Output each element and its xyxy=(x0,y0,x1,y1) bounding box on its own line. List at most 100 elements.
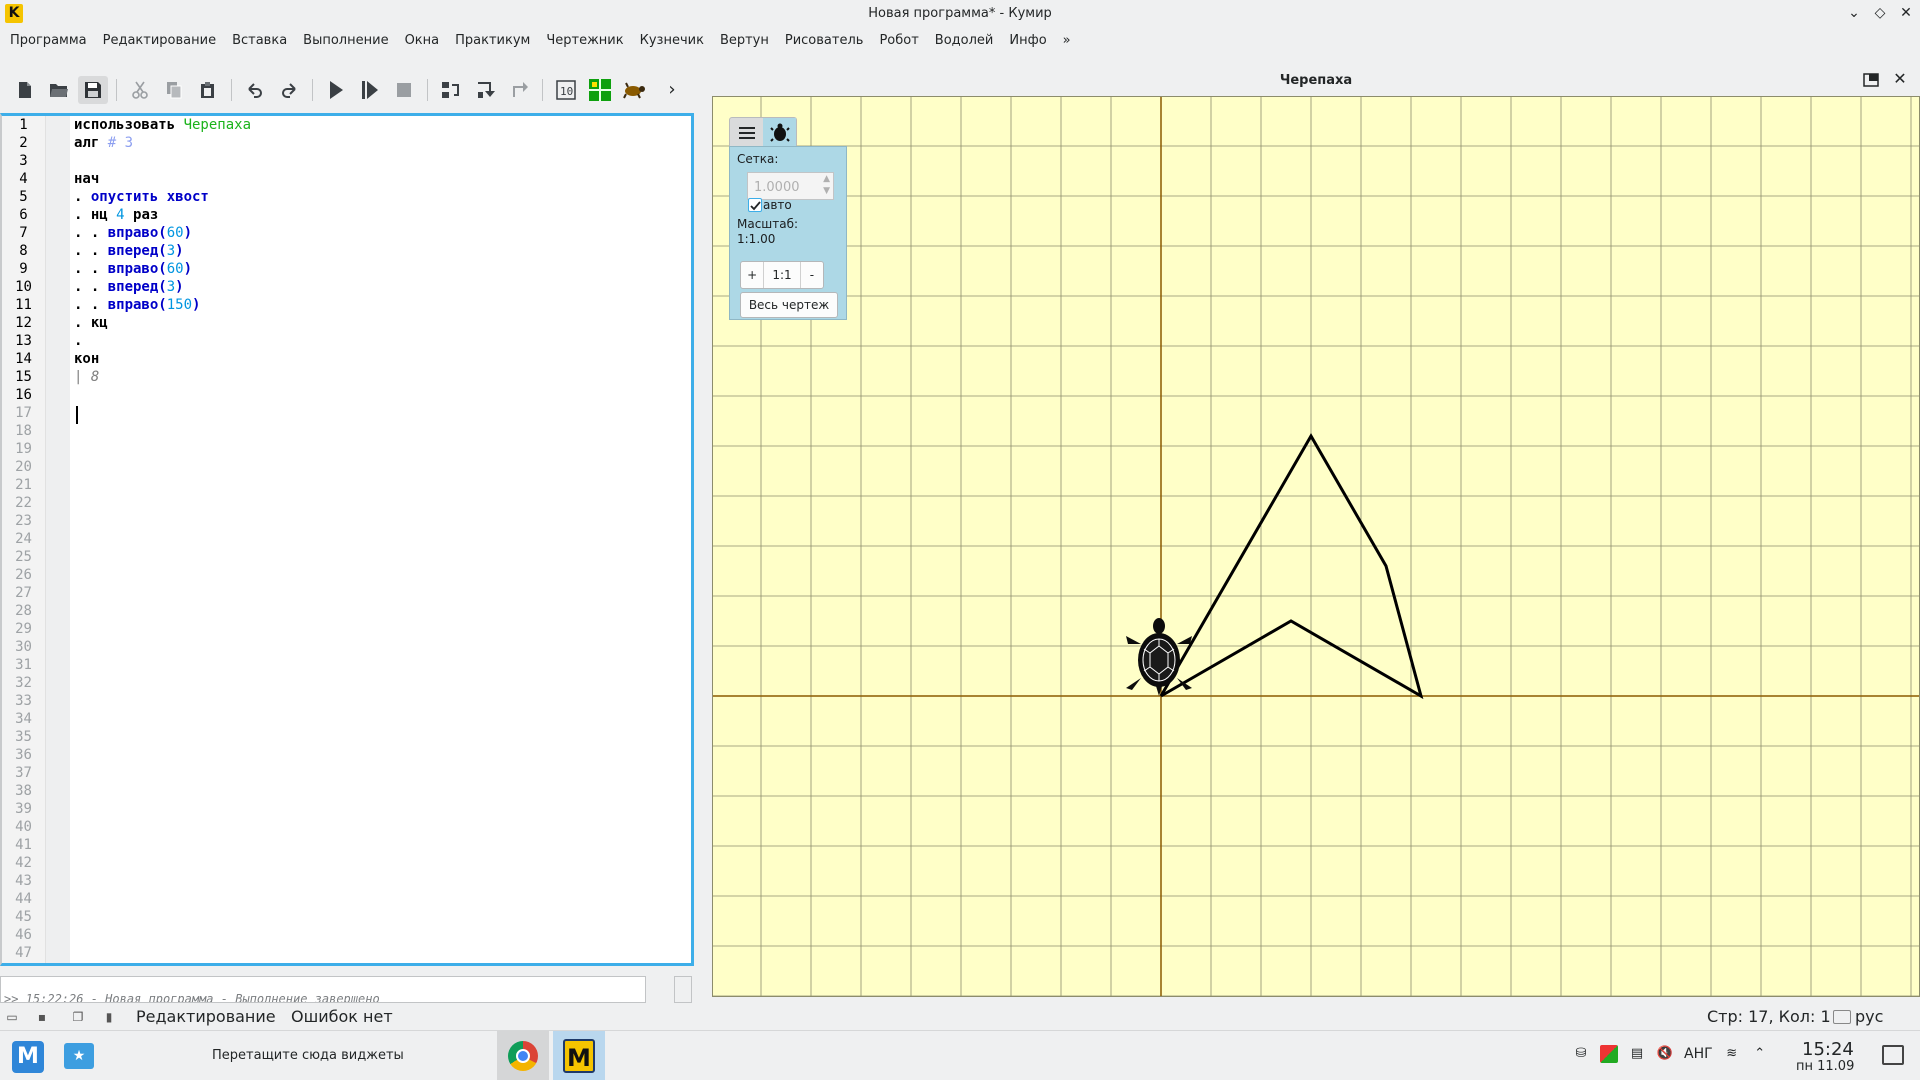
copy-button[interactable] xyxy=(159,76,189,104)
clipboard-icon[interactable]: ▤ xyxy=(1628,1045,1646,1063)
taskbar-task-kumir[interactable]: M xyxy=(553,1031,605,1080)
close-window-button[interactable]: ✕ xyxy=(1898,4,1914,22)
code-token: вперед xyxy=(107,243,159,259)
code-token: раз xyxy=(124,207,159,223)
clear-output-icon[interactable]: ▮ xyxy=(101,1009,117,1025)
show-desktop-icon[interactable] xyxy=(1882,1045,1904,1065)
menu-item-6[interactable]: Чертежник xyxy=(538,30,631,54)
menu-item-13[interactable]: » xyxy=(1055,30,1079,54)
step-out-button[interactable] xyxy=(504,76,534,104)
redo-button[interactable] xyxy=(274,76,304,104)
clock-time[interactable]: 15:24 xyxy=(1802,1039,1854,1060)
taskbar-task-chromium[interactable] xyxy=(497,1031,549,1080)
menu-item-5[interactable]: Практикум xyxy=(447,30,538,54)
menu-item-12[interactable]: Инфо xyxy=(1001,30,1054,54)
zoom-in-button[interactable]: + xyxy=(741,262,763,288)
code-line[interactable]: . . вправо(150) xyxy=(74,296,691,314)
turtle-canvas[interactable] xyxy=(712,96,1920,997)
spin-up-icon[interactable]: ▲ xyxy=(823,174,830,184)
tray-expand-icon[interactable]: ⌃ xyxy=(1751,1045,1769,1063)
line-number: 9 xyxy=(19,261,28,277)
code-line[interactable]: . xyxy=(74,332,691,350)
undo-button[interactable] xyxy=(240,76,270,104)
system-tray: ⛁ ▤ 🔇 АНГ ≋ ⌃ xyxy=(1572,1045,1769,1063)
keyboard-layout-indicator[interactable]: АНГ xyxy=(1684,1046,1713,1062)
menu-item-1[interactable]: Редактирование xyxy=(95,30,224,54)
disk-icon[interactable]: ⛁ xyxy=(1572,1045,1590,1063)
menu-tab[interactable] xyxy=(730,118,763,148)
code-token: | xyxy=(74,369,91,385)
code-line[interactable]: алг # 3 xyxy=(74,134,691,152)
menu-item-0[interactable]: Программа xyxy=(2,30,95,54)
code-line[interactable]: . нц 4 раз xyxy=(74,206,691,224)
grid-label: Сетка: xyxy=(737,152,779,166)
turtle-tab[interactable] xyxy=(763,118,796,148)
minimize-button[interactable]: ⌄ xyxy=(1846,4,1862,22)
menu-item-9[interactable]: Рисователь xyxy=(777,30,872,54)
code-line[interactable]: | 8 xyxy=(74,368,691,386)
new-file-icon xyxy=(19,82,31,98)
volume-muted-icon[interactable]: 🔇 xyxy=(1656,1045,1674,1063)
save-output-icon[interactable]: ▪ xyxy=(34,1009,50,1025)
code-line[interactable]: . . вперед(3) xyxy=(74,242,691,260)
code-line[interactable]: . опустить хвост xyxy=(74,188,691,206)
grid-step-spinbox[interactable]: 1.0000 ▲ ▼ xyxy=(747,172,834,200)
stop-button[interactable] xyxy=(389,76,419,104)
menu-bar: Программа Редактирование Вставка Выполнение… xyxy=(0,30,1079,54)
zoom-out-button[interactable]: - xyxy=(801,262,823,288)
favorites-icon[interactable]: ★ xyxy=(64,1043,94,1069)
run-button[interactable] xyxy=(321,76,351,104)
paste-button[interactable] xyxy=(193,76,223,104)
menu-item-2[interactable]: Вставка xyxy=(224,30,295,54)
colored-app-icon[interactable] xyxy=(1600,1045,1618,1063)
code-line[interactable]: . . вправо(60) xyxy=(74,224,691,242)
code-line[interactable]: использовать Черепаха xyxy=(74,116,691,134)
code-line[interactable]: кон xyxy=(74,350,691,368)
console-toggle-icon[interactable]: ▭ xyxy=(4,1009,20,1025)
toolbar-more-button[interactable]: › xyxy=(660,76,684,104)
code-area[interactable]: использовать Черепаха алг # 3 нач. опустит… xyxy=(74,116,691,404)
new-file-button[interactable] xyxy=(10,76,40,104)
whole-drawing-button[interactable]: Весь чертеж xyxy=(740,292,838,318)
menu-item-8[interactable]: Вертун xyxy=(712,30,777,54)
zoom-reset-button[interactable]: 1:1 xyxy=(763,262,801,288)
step-over-button[interactable] xyxy=(436,76,466,104)
menu-item-4[interactable]: Окна xyxy=(397,30,448,54)
stop-icon xyxy=(397,83,411,97)
menu-item-10[interactable]: Робот xyxy=(871,30,926,54)
spin-down-icon[interactable]: ▼ xyxy=(823,186,830,196)
menu-item-3[interactable]: Выполнение xyxy=(295,30,396,54)
maximize-button[interactable]: ◇ xyxy=(1872,4,1888,22)
close-panel-button[interactable]: ✕ xyxy=(1892,70,1908,88)
open-file-button[interactable] xyxy=(44,76,74,104)
line-number: 46 xyxy=(15,927,32,943)
code-line[interactable] xyxy=(74,152,691,170)
auto-grid-checkbox[interactable] xyxy=(748,198,762,212)
console-scrollbar[interactable] xyxy=(674,976,692,1003)
clock-date[interactable]: пн 11.09 xyxy=(1796,1059,1854,1074)
cut-button[interactable] xyxy=(125,76,155,104)
menu-item-7[interactable]: Кузнечик xyxy=(632,30,712,54)
wifi-icon[interactable]: ≋ xyxy=(1723,1045,1741,1063)
step-into-button[interactable] xyxy=(470,76,500,104)
app-launcher-button[interactable]: M xyxy=(12,1041,44,1073)
grid-view-button[interactable] xyxy=(585,76,615,104)
save-button[interactable] xyxy=(78,76,108,104)
array-view-button[interactable]: 10 xyxy=(551,76,581,104)
menu-item-11[interactable]: Водолей xyxy=(927,30,1002,54)
float-panel-icon[interactable] xyxy=(1863,73,1879,87)
input-language-label[interactable]: рус xyxy=(1855,1007,1883,1026)
code-line[interactable]: . . вперед(3) xyxy=(74,278,691,296)
code-editor[interactable]: 1 2 3 4 5 6 7 8 9 10 11 12 13 14 15 16 17 18 19 20 21 22 23 24 2… xyxy=(0,113,694,966)
copy-output-icon[interactable]: ❐ xyxy=(70,1009,86,1025)
code-line[interactable]: . кц xyxy=(74,314,691,332)
line-number: 4 xyxy=(19,171,28,187)
code-line[interactable] xyxy=(74,386,691,404)
line-number: 26 xyxy=(15,567,32,583)
code-token: . xyxy=(74,333,83,349)
code-line[interactable]: нач xyxy=(74,170,691,188)
output-console[interactable]: >> 15:22:26 - Новая программа - Выполнен… xyxy=(0,976,646,1003)
step-run-button[interactable] xyxy=(355,76,385,104)
turtle-tool-button[interactable] xyxy=(619,76,649,104)
code-line[interactable]: . . вправо(60) xyxy=(74,260,691,278)
